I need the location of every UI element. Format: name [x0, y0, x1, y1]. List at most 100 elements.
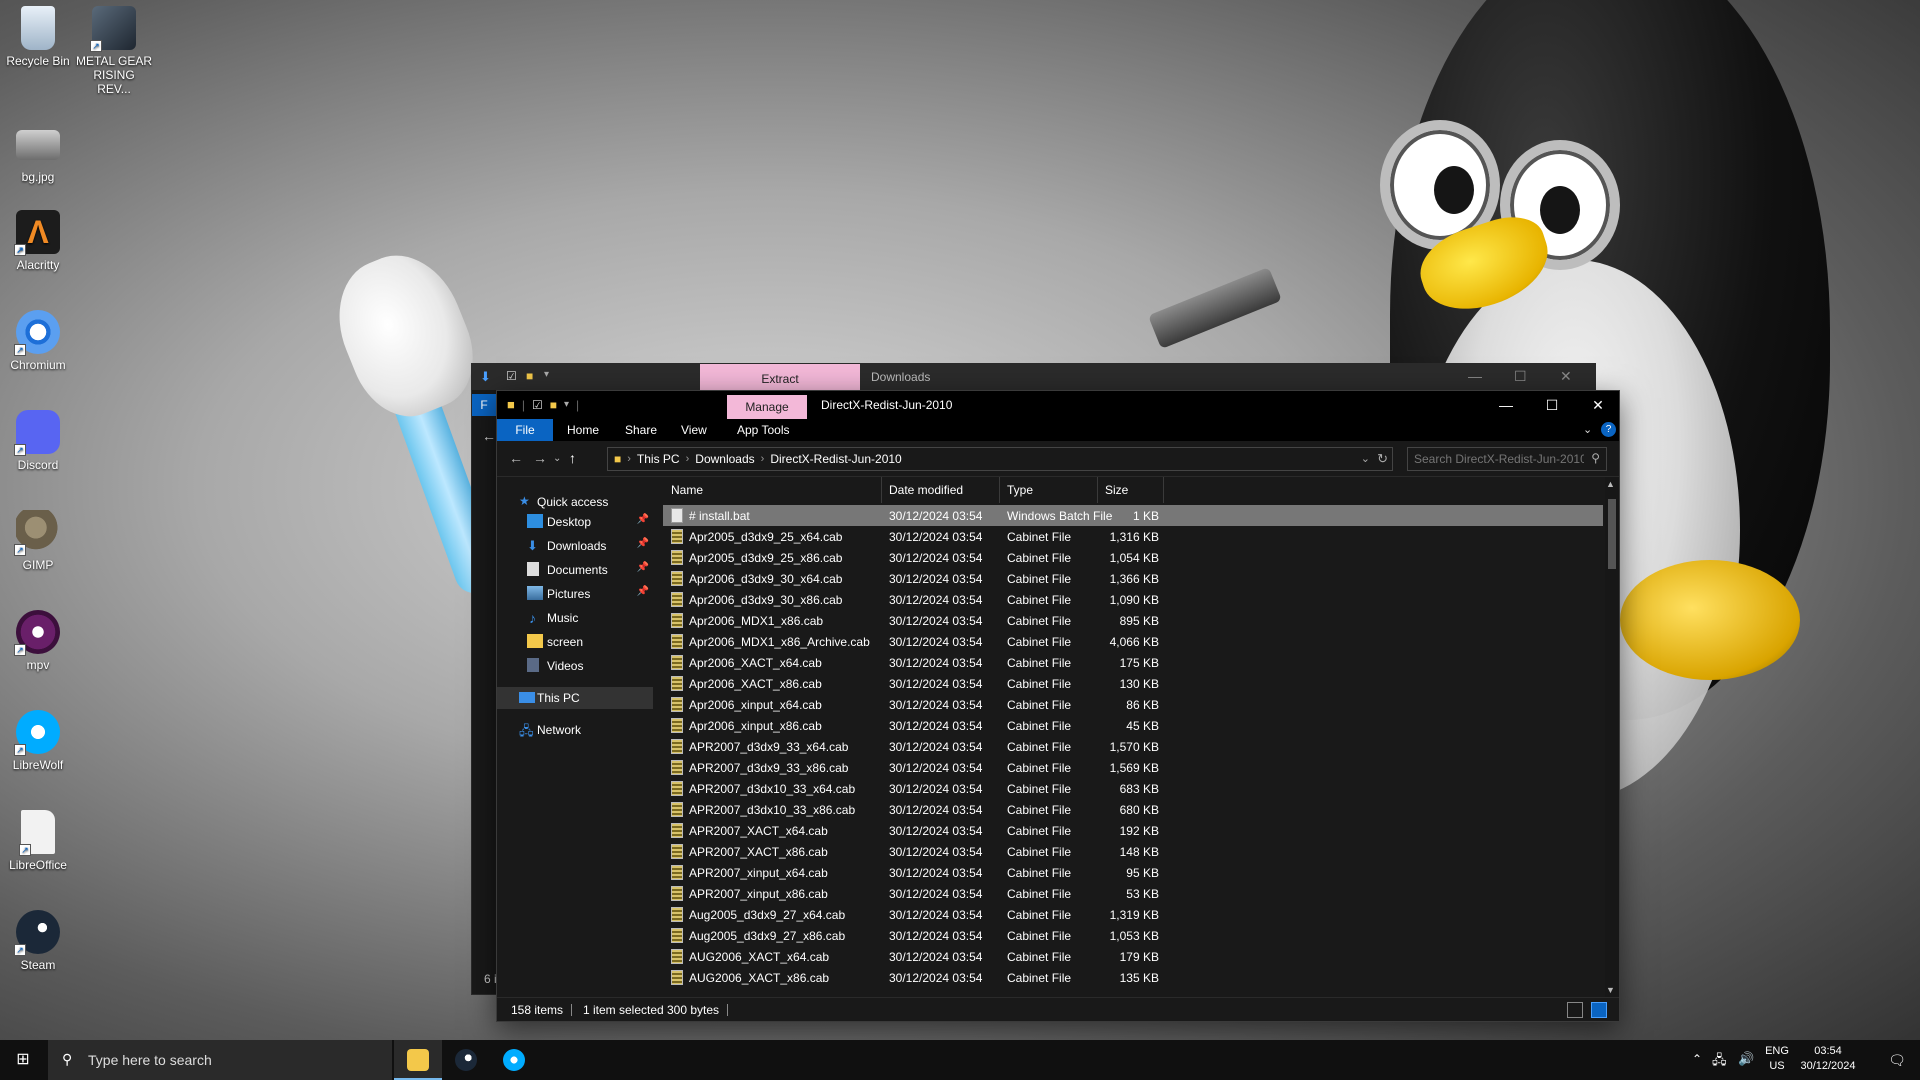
file-row[interactable]: Apr2006_xinput_x86.cab 30/12/2024 03:54 Ca… [663, 715, 1603, 736]
nav-item-desktop[interactable]: Desktop 📌 [497, 511, 653, 533]
scrollbar-thumb[interactable] [1608, 499, 1616, 569]
breadcrumb-current-folder[interactable]: DirectX-Redist-Jun-2010 [770, 452, 901, 466]
file-row[interactable]: Aug2005_d3dx9_27_x64.cab 30/12/2024 03:54… [663, 904, 1603, 925]
taskbar-steam[interactable] [442, 1040, 490, 1080]
column-header-size[interactable]: Size [1105, 483, 1128, 497]
properties-icon[interactable]: ☑ [532, 398, 543, 412]
close-icon[interactable]: ✕ [1575, 391, 1621, 419]
nav-item-music[interactable]: ♪ Music [497, 607, 653, 629]
tab-app-tools[interactable]: App Tools [727, 419, 799, 441]
file-row[interactable]: APR2007_d3dx9_33_x64.cab 30/12/2024 03:54… [663, 736, 1603, 757]
file-row[interactable]: APR2007_xinput_x86.cab 30/12/2024 03:54 Ca… [663, 883, 1603, 904]
search-input[interactable] [1414, 451, 1584, 467]
input-language[interactable]: ENG US [1762, 1044, 1792, 1074]
help-icon[interactable]: ? [1601, 422, 1616, 437]
tab-extract[interactable]: Extract [700, 364, 860, 390]
file-row[interactable]: APR2007_XACT_x64.cab 30/12/2024 03:54 Cabi… [663, 820, 1603, 841]
new-folder-icon[interactable]: ■ [550, 398, 557, 412]
desktop-icon-discord[interactable]: ↗ Discord [0, 410, 76, 472]
column-divider[interactable] [1163, 477, 1164, 503]
file-row[interactable]: Apr2006_d3dx9_30_x86.cab 30/12/2024 03:54… [663, 589, 1603, 610]
desktop-icon-bg-jpg[interactable]: bg.jpg [0, 122, 76, 184]
file-row[interactable]: AUG2006_XACT_x86.cab 30/12/2024 03:54 Cabi… [663, 967, 1603, 988]
desktop-icon-recycle-bin[interactable]: Recycle Bin [0, 6, 76, 68]
file-row[interactable]: AUG2006_XACT_x64.cab 30/12/2024 03:54 Cabi… [663, 946, 1603, 967]
nav-quick-access[interactable]: ★ Quick access [497, 491, 653, 513]
tab-view[interactable]: View [671, 419, 717, 441]
up-arrow-icon[interactable]: ↑ [569, 450, 576, 466]
forward-arrow-icon[interactable]: → [533, 450, 547, 466]
file-row[interactable]: Apr2006_d3dx9_30_x64.cab 30/12/2024 03:54… [663, 568, 1603, 589]
file-row[interactable]: APR2007_XACT_x86.cab 30/12/2024 03:54 Cabi… [663, 841, 1603, 862]
desktop-icon-chromium[interactable]: ↗ Chromium [0, 310, 76, 372]
new-folder-icon[interactable]: ■ [526, 369, 533, 383]
taskbar-search[interactable]: ⚲ Type here to search [48, 1040, 392, 1080]
action-center-button[interactable]: 🗨 [1874, 1040, 1920, 1080]
file-row[interactable]: # install.bat 30/12/2024 03:54 Windows Bat… [663, 505, 1603, 526]
desktop-icon-alacritty[interactable]: Λ ↗ Alacritty [0, 210, 76, 272]
nav-item-screen[interactable]: screen [497, 631, 653, 653]
taskbar-librewolf[interactable] [490, 1040, 538, 1080]
column-divider[interactable] [1097, 477, 1098, 503]
pin-icon[interactable]: 📌 [637, 562, 649, 573]
column-header-date[interactable]: Date modified [889, 483, 963, 497]
tab-file[interactable]: F [472, 394, 496, 416]
file-row[interactable]: APR2007_d3dx10_33_x86.cab 30/12/2024 03:5… [663, 799, 1603, 820]
properties-icon[interactable]: ☑ [506, 369, 517, 383]
start-button[interactable]: ⊞ [0, 1040, 46, 1080]
nav-network[interactable]: 🖧 Network [497, 719, 653, 741]
scroll-down-icon[interactable]: ▼ [1606, 985, 1615, 995]
column-header-type[interactable]: Type [1007, 483, 1033, 497]
large-icons-view-icon[interactable] [1591, 1002, 1607, 1018]
nav-item-downloads[interactable]: ⬇ Downloads 📌 [497, 535, 653, 557]
desktop-icon-steam[interactable]: ↗ Steam [0, 910, 76, 972]
tab-manage[interactable]: Manage [727, 395, 807, 419]
title-bar[interactable]: ⬇ ☑ ■ ▾ Extract Downloads — ☐ ✕ [472, 364, 1595, 390]
refresh-icon[interactable]: ↻ [1377, 451, 1388, 467]
maximize-icon[interactable]: ☐ [1529, 391, 1575, 419]
recent-locations-icon[interactable]: ⌄ [553, 453, 561, 464]
desktop-icon-gimp[interactable]: ↗ GIMP [0, 510, 76, 572]
scroll-up-icon[interactable]: ▲ [1606, 479, 1615, 489]
tab-share[interactable]: Share [615, 419, 667, 441]
maximize-icon[interactable]: ☐ [1514, 368, 1527, 385]
file-row[interactable]: Apr2006_MDX1_x86.cab 30/12/2024 03:54 Cabi… [663, 610, 1603, 631]
taskbar-file-explorer[interactable] [394, 1040, 442, 1080]
desktop-icon-libreoffice[interactable]: ↗ LibreOffice [0, 810, 76, 872]
nav-item-documents[interactable]: Documents 📌 [497, 559, 653, 581]
desktop-icon-mpv[interactable]: ↗ mpv [0, 610, 76, 672]
breadcrumb-this-pc[interactable]: This PC [637, 452, 680, 466]
file-row[interactable]: Apr2006_XACT_x86.cab 30/12/2024 03:54 Cabi… [663, 673, 1603, 694]
file-row[interactable]: Apr2005_d3dx9_25_x86.cab 30/12/2024 03:54… [663, 547, 1603, 568]
back-arrow-icon[interactable]: ← [482, 428, 496, 444]
vertical-scrollbar[interactable]: ▲ ▼ [1605, 477, 1619, 997]
file-row[interactable]: Apr2006_MDX1_x86_Archive.cab 30/12/2024 0… [663, 631, 1603, 652]
close-icon[interactable]: ✕ [1560, 368, 1572, 385]
file-row[interactable]: APR2007_d3dx10_33_x64.cab 30/12/2024 03:5… [663, 778, 1603, 799]
clock[interactable]: 03:54 30/12/2024 [1796, 1044, 1860, 1074]
explorer-window-directx[interactable]: ■ | ☑ ■ ▾ | Manage DirectX-Redist-Jun-20… [496, 390, 1620, 1022]
pin-icon[interactable]: 📌 [637, 538, 649, 549]
qat-dropdown-icon[interactable]: ▾ [544, 369, 549, 380]
network-icon[interactable]: 🖧 [1712, 1051, 1727, 1073]
volume-icon[interactable]: 🔊 [1738, 1051, 1754, 1067]
file-row[interactable]: Apr2005_d3dx9_25_x64.cab 30/12/2024 03:54… [663, 526, 1603, 547]
address-dropdown-icon[interactable]: ⌄ [1361, 452, 1370, 465]
file-row[interactable]: APR2007_xinput_x64.cab 30/12/2024 03:54 Ca… [663, 862, 1603, 883]
breadcrumb-downloads[interactable]: Downloads [695, 452, 754, 466]
show-hidden-icons-icon[interactable]: ⌃ [1692, 1052, 1702, 1066]
tab-file[interactable]: File [497, 419, 553, 441]
search-box[interactable]: ⚲ [1407, 447, 1607, 471]
column-divider[interactable] [999, 477, 1000, 503]
ribbon-expand-icon[interactable]: ⌄ [1583, 423, 1592, 436]
qat-dropdown-icon[interactable]: ▾ [564, 399, 569, 410]
desktop-icon-librewolf[interactable]: ↗ LibreWolf [0, 710, 76, 772]
nav-item-videos[interactable]: Videos [497, 655, 653, 677]
tab-home[interactable]: Home [557, 419, 609, 441]
file-row[interactable]: Aug2005_d3dx9_27_x86.cab 30/12/2024 03:54… [663, 925, 1603, 946]
file-row[interactable]: APR2007_d3dx9_33_x86.cab 30/12/2024 03:54… [663, 757, 1603, 778]
minimize-icon[interactable]: — [1483, 391, 1529, 419]
column-header-name[interactable]: Name [671, 483, 703, 497]
back-arrow-icon[interactable]: ← [509, 450, 523, 466]
pin-icon[interactable]: 📌 [637, 586, 649, 597]
